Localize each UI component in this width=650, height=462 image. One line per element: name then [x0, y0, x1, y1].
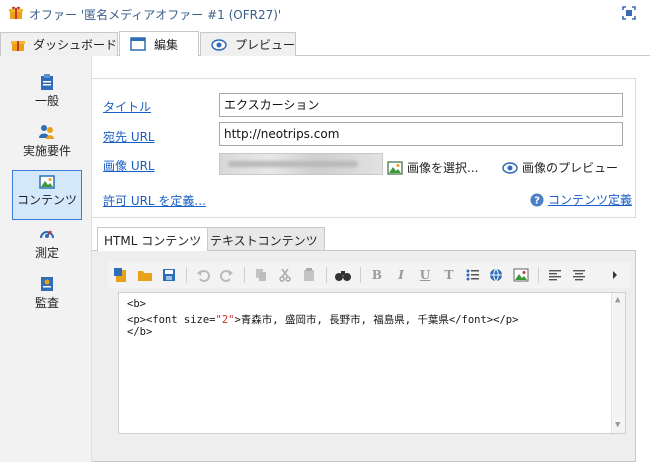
tab-label: 編集 [154, 37, 179, 52]
bold-icon[interactable]: B [368, 266, 386, 284]
gauge-icon [40, 230, 54, 239]
copy-icon[interactable] [252, 266, 270, 284]
scroll-up-icon[interactable]: ▲ [615, 295, 620, 305]
destination-url-input[interactable]: http://neotrips.com [219, 122, 623, 146]
window-title: オファー '匿名メディアオファー #1 (OFR27)' [29, 8, 282, 22]
undo-icon[interactable] [194, 266, 212, 284]
tab-label: ダッシュボード [33, 38, 118, 52]
code-line: <b> [127, 298, 146, 310]
help-icon: ? [530, 193, 544, 206]
sidebar-item-audit[interactable]: 監査 [12, 272, 82, 322]
preview-image-label: 画像のプレビュー [522, 161, 619, 175]
new-doc-icon[interactable] [112, 266, 130, 284]
sidebar-item-label: 測定 [34, 246, 59, 260]
align-center-icon[interactable] [570, 266, 588, 284]
select-image-button[interactable]: 画像を選択... [387, 159, 478, 176]
title-label-link[interactable]: タイトル [103, 98, 151, 115]
content-definition-link[interactable]: ? コンテンツ定義 [530, 191, 632, 208]
image-icon [387, 160, 403, 175]
window-icon [130, 37, 146, 51]
sidebar-item-label: 実施要件 [22, 144, 71, 158]
open-folder-icon[interactable] [136, 266, 154, 284]
tab-label: プレビュー [235, 38, 296, 52]
svg-text:?: ? [534, 195, 540, 206]
eye-icon [502, 161, 518, 174]
editor-toolbar: B I U T [108, 262, 630, 288]
people-icon [39, 125, 54, 139]
image-icon [39, 175, 55, 189]
insert-image-icon[interactable] [512, 266, 530, 284]
bullet-list-icon[interactable] [464, 266, 482, 284]
redo-icon[interactable] [218, 266, 236, 284]
destination-url-label-link[interactable]: 宛先 URL [103, 128, 155, 145]
sidebar-item-label: コンテンツ [16, 193, 77, 207]
clipboard-icon [41, 74, 53, 90]
content-definition-label: コンテンツ定義 [548, 193, 633, 207]
audit-icon [41, 277, 53, 291]
define-allowed-url-link[interactable]: 許可 URL を定義... [103, 192, 206, 209]
select-image-label: 画像を選択... [407, 161, 479, 175]
italic-icon[interactable]: I [392, 266, 410, 284]
image-url-input[interactable] [219, 153, 383, 175]
code-line: </b> [127, 326, 153, 338]
preview-image-button[interactable]: 画像のプレビュー [502, 159, 618, 176]
save-icon[interactable] [160, 266, 178, 284]
sidebar-item-label: 監査 [34, 296, 59, 310]
toolbar-overflow-icon[interactable] [610, 266, 620, 284]
sidebar: 一般 実施要件 コンテンツ 測定 監査 [0, 56, 92, 462]
paste-icon[interactable] [300, 266, 318, 284]
sidebar-item-label: 一般 [34, 94, 59, 108]
tab-dashboard[interactable]: ダッシュボード [0, 32, 118, 56]
tab-text-content[interactable]: テキストコンテンツ [203, 227, 325, 250]
scroll-down-icon[interactable]: ▼ [615, 420, 620, 430]
tab-preview[interactable]: プレビュー [200, 32, 296, 56]
sidebar-item-eligibility[interactable]: 実施要件 [12, 120, 82, 170]
offer-gift-icon [9, 6, 23, 19]
image-url-label-link[interactable]: 画像 URL [103, 157, 155, 174]
cut-icon[interactable] [276, 266, 294, 284]
title-input[interactable]: エクスカーション [219, 93, 623, 117]
find-binoculars-icon[interactable] [334, 266, 352, 284]
align-left-icon[interactable] [546, 266, 564, 284]
title-bar: オファー '匿名メディアオファー #1 (OFR27)' [0, 0, 650, 28]
insert-link-icon[interactable] [488, 266, 506, 284]
code-line: <p><font size="2">青森市, 盛岡市, 長野市, 福島県, 千葉… [127, 314, 519, 326]
tab-edit[interactable]: 編集 [119, 31, 199, 56]
maximize-icon[interactable] [622, 6, 636, 20]
sidebar-item-content[interactable]: コンテンツ [12, 170, 82, 220]
vertical-scrollbar[interactable]: ▲ ▼ [611, 293, 625, 433]
main-tabs: ダッシュボード 編集 プレビュー [0, 28, 650, 56]
gift-icon [11, 40, 25, 51]
underline-icon[interactable]: U [416, 266, 434, 284]
tab-html-content[interactable]: HTML コンテンツ [97, 227, 209, 251]
sidebar-item-measure[interactable]: 測定 [12, 222, 82, 272]
sidebar-item-general[interactable]: 一般 [12, 70, 82, 120]
eye-icon [211, 38, 227, 51]
clear-format-icon[interactable]: T [440, 266, 458, 284]
html-code-editor[interactable]: <b> <p><font size="2">青森市, 盛岡市, 長野市, 福島県… [118, 292, 626, 434]
